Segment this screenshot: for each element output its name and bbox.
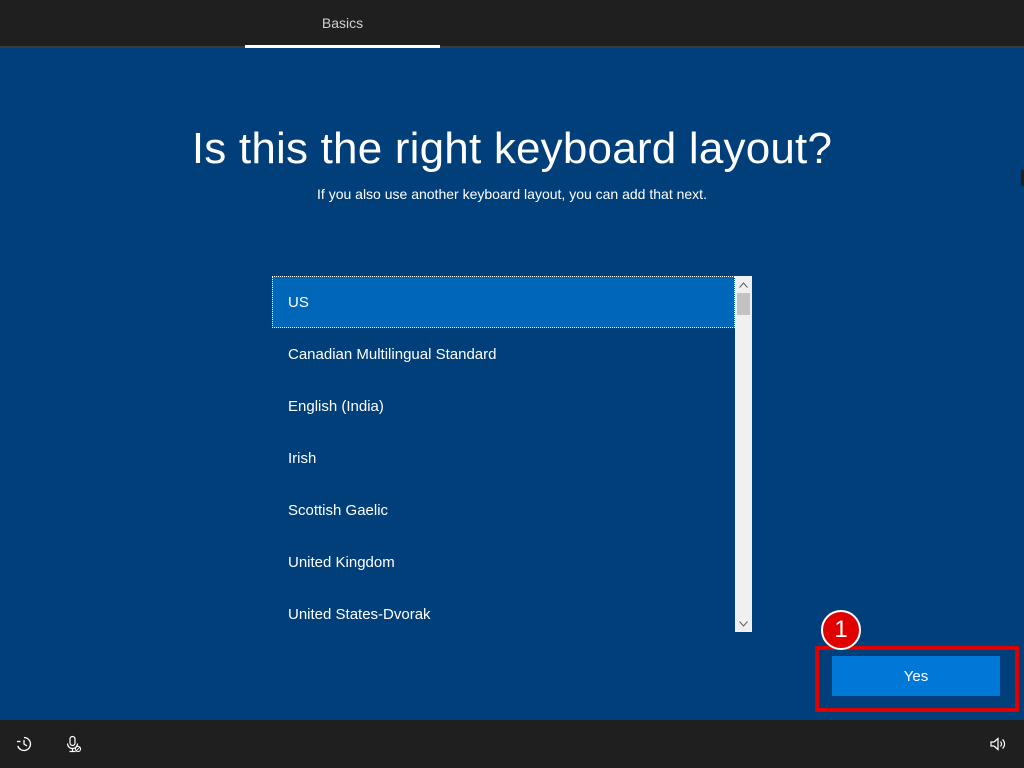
layout-item-united-kingdom[interactable]: United Kingdom xyxy=(272,536,735,588)
layout-item-us[interactable]: US xyxy=(272,276,735,328)
layout-item-irish[interactable]: Irish xyxy=(272,432,735,484)
scroll-down-arrow-icon[interactable] xyxy=(735,615,752,632)
layout-item-english-india[interactable]: English (India) xyxy=(272,380,735,432)
yes-button[interactable]: Yes xyxy=(832,656,1000,696)
layout-list-items: US Canadian Multilingual Standard Englis… xyxy=(272,276,735,632)
microphone-icon[interactable] xyxy=(63,734,83,754)
layout-item-scottish-gaelic[interactable]: Scottish Gaelic xyxy=(272,484,735,536)
scroll-up-arrow-icon[interactable] xyxy=(735,276,752,293)
ease-of-access-icon[interactable] xyxy=(14,734,34,754)
step-number-badge: 1 xyxy=(821,610,861,650)
layout-item-united-states-dvorak[interactable]: United States-Dvorak xyxy=(272,588,735,632)
volume-icon[interactable] xyxy=(988,734,1008,754)
scroll-thumb[interactable] xyxy=(737,293,750,315)
tab-basics[interactable]: Basics xyxy=(245,0,440,46)
top-bar xyxy=(0,0,1024,48)
layout-item-canadian-multilingual-standard[interactable]: Canadian Multilingual Standard xyxy=(272,328,735,380)
page-title: Is this the right keyboard layout? xyxy=(191,124,833,173)
bottom-bar xyxy=(0,720,1024,768)
keyboard-layout-list[interactable]: US Canadian Multilingual Standard Englis… xyxy=(272,276,752,632)
page-subtitle: If you also use another keyboard layout,… xyxy=(317,186,707,202)
list-scrollbar[interactable] xyxy=(735,276,752,632)
tab-active-indicator xyxy=(245,45,440,48)
